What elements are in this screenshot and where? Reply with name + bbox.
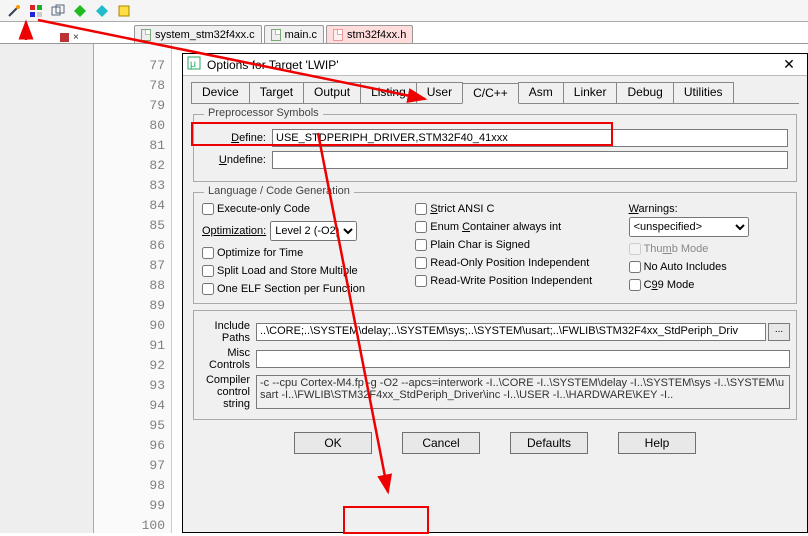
line-number: 95 bbox=[94, 416, 165, 436]
line-number-gutter: 7778798081828384858687888990919293949596… bbox=[94, 44, 172, 533]
line-number: 98 bbox=[94, 476, 165, 496]
strict-ansi-checkbox[interactable]: Strict ANSI C bbox=[415, 203, 624, 215]
thumb-mode-checkbox: Thumb Mode bbox=[629, 243, 788, 255]
tab-output[interactable]: Output bbox=[303, 82, 361, 103]
rw-pos-checkbox[interactable]: Read-Write Position Independent bbox=[415, 275, 624, 287]
tab-asm[interactable]: Asm bbox=[518, 82, 564, 103]
line-number: 92 bbox=[94, 356, 165, 376]
tab-utilities[interactable]: Utilities bbox=[673, 82, 734, 103]
plain-char-checkbox[interactable]: Plain Char is Signed bbox=[415, 239, 624, 251]
tab-debug[interactable]: Debug bbox=[616, 82, 673, 103]
c-file-icon bbox=[141, 29, 151, 41]
enum-int-checkbox[interactable]: Enum Container always int bbox=[415, 221, 624, 233]
line-number: 100 bbox=[94, 516, 165, 536]
file-tab-label: system_stm32f4xx.c bbox=[155, 29, 255, 41]
optimization-label: Optimization: bbox=[202, 225, 266, 237]
file-tab-bar: × system_stm32f4xx.c main.c stm32f4xx.h bbox=[0, 22, 808, 44]
pin-icon[interactable] bbox=[60, 33, 69, 42]
line-number: 96 bbox=[94, 436, 165, 456]
line-number: 80 bbox=[94, 116, 165, 136]
line-number: 91 bbox=[94, 336, 165, 356]
line-number: 78 bbox=[94, 76, 165, 96]
ok-button[interactable]: OK bbox=[294, 432, 372, 454]
split-load-checkbox[interactable]: Split Load and Store Multiple bbox=[202, 265, 411, 277]
line-number: 82 bbox=[94, 156, 165, 176]
tab-user[interactable]: User bbox=[416, 82, 463, 103]
no-auto-includes-checkbox[interactable]: No Auto Includes bbox=[629, 261, 788, 273]
close-button[interactable]: ✕ bbox=[775, 56, 803, 73]
c-file-icon bbox=[271, 29, 281, 41]
compiler-string-output: -c --cpu Cortex-M4.fp -g -O2 --apcs=inte… bbox=[256, 375, 790, 409]
tab-linker[interactable]: Linker bbox=[563, 82, 618, 103]
optimize-time-checkbox[interactable]: Optimize for Time bbox=[202, 247, 411, 259]
build-icon[interactable] bbox=[72, 3, 88, 19]
optimization-select[interactable]: Level 2 (-O2) bbox=[270, 221, 357, 241]
main-toolbar bbox=[0, 0, 808, 22]
defaults-button[interactable]: Defaults bbox=[510, 432, 588, 454]
undefine-label: Undefine: bbox=[202, 154, 272, 166]
line-number: 83 bbox=[94, 176, 165, 196]
paths-group: IncludePaths ..\CORE;..\SYSTEM\delay;..\… bbox=[193, 310, 797, 420]
tab-ccpp[interactable]: C/C++ bbox=[462, 83, 519, 104]
line-number: 90 bbox=[94, 316, 165, 336]
line-number: 89 bbox=[94, 296, 165, 316]
line-number: 86 bbox=[94, 236, 165, 256]
preprocessor-group: Preprocessor Symbols Define: Undefine: bbox=[193, 114, 797, 182]
project-panel bbox=[0, 44, 94, 533]
line-number: 85 bbox=[94, 216, 165, 236]
ro-pos-checkbox[interactable]: Read-Only Position Independent bbox=[415, 257, 624, 269]
file-tab-stm32f4xx[interactable]: stm32f4xx.h bbox=[326, 25, 413, 43]
line-number: 88 bbox=[94, 276, 165, 296]
svg-text:µ: µ bbox=[190, 60, 196, 70]
c99-mode-checkbox[interactable]: C99 Mode bbox=[629, 279, 788, 291]
warnings-label: Warnings: bbox=[629, 203, 678, 215]
run-icon[interactable] bbox=[94, 3, 110, 19]
file-tab-label: stm32f4xx.h bbox=[347, 29, 406, 41]
line-number: 93 bbox=[94, 376, 165, 396]
compiler-string-label: Compilercontrolstring bbox=[200, 374, 256, 410]
annotation-ok-highlight bbox=[343, 506, 429, 534]
keil-icon: µ bbox=[187, 56, 201, 73]
define-label: Define: bbox=[202, 132, 272, 144]
tab-target[interactable]: Target bbox=[249, 82, 304, 103]
windows-icon[interactable] bbox=[50, 3, 66, 19]
dialog-title: Options for Target 'LWIP' bbox=[207, 58, 775, 72]
dialog-tab-bar: Device Target Output Listing User C/C++ … bbox=[191, 82, 799, 104]
line-number: 99 bbox=[94, 496, 165, 516]
line-number: 97 bbox=[94, 456, 165, 476]
cancel-button[interactable]: Cancel bbox=[402, 432, 480, 454]
warnings-select[interactable]: <unspecified> bbox=[629, 217, 749, 237]
line-number: 87 bbox=[94, 256, 165, 276]
help-button[interactable]: Help bbox=[618, 432, 696, 454]
misc-controls-input[interactable] bbox=[256, 350, 790, 368]
execute-only-checkbox[interactable]: Execute-only Code bbox=[202, 203, 411, 215]
define-input[interactable] bbox=[272, 129, 788, 147]
undefine-input[interactable] bbox=[272, 151, 788, 169]
preprocessor-group-title: Preprocessor Symbols bbox=[204, 107, 323, 119]
include-browse-button[interactable]: ... bbox=[768, 323, 790, 341]
file-tab-system[interactable]: system_stm32f4xx.c bbox=[134, 25, 262, 43]
line-number: 94 bbox=[94, 396, 165, 416]
line-number: 79 bbox=[94, 96, 165, 116]
file-tab-label: main.c bbox=[285, 29, 317, 41]
file-manage-icon[interactable] bbox=[116, 3, 132, 19]
misc-controls-label: MiscControls bbox=[200, 347, 256, 371]
one-elf-checkbox[interactable]: One ELF Section per Function bbox=[202, 283, 411, 295]
target-options-icon[interactable] bbox=[28, 3, 44, 19]
codegen-group-title: Language / Code Generation bbox=[204, 185, 354, 197]
options-dialog: µ Options for Target 'LWIP' ✕ Device Tar… bbox=[182, 53, 808, 533]
line-number: 84 bbox=[94, 196, 165, 216]
tab-close-x[interactable]: × bbox=[73, 32, 79, 43]
line-number: 77 bbox=[94, 56, 165, 76]
file-tab-main[interactable]: main.c bbox=[264, 25, 324, 43]
codegen-group: Language / Code Generation Execute-only … bbox=[193, 192, 797, 304]
line-number: 81 bbox=[94, 136, 165, 156]
tab-device[interactable]: Device bbox=[191, 82, 250, 103]
h-file-icon bbox=[333, 29, 343, 41]
tab-listing[interactable]: Listing bbox=[360, 82, 417, 103]
include-paths-input[interactable]: ..\CORE;..\SYSTEM\delay;..\SYSTEM\sys;..… bbox=[256, 323, 766, 341]
wand-icon[interactable] bbox=[6, 3, 22, 19]
dialog-titlebar[interactable]: µ Options for Target 'LWIP' ✕ bbox=[183, 54, 807, 76]
include-paths-label: IncludePaths bbox=[200, 320, 256, 344]
